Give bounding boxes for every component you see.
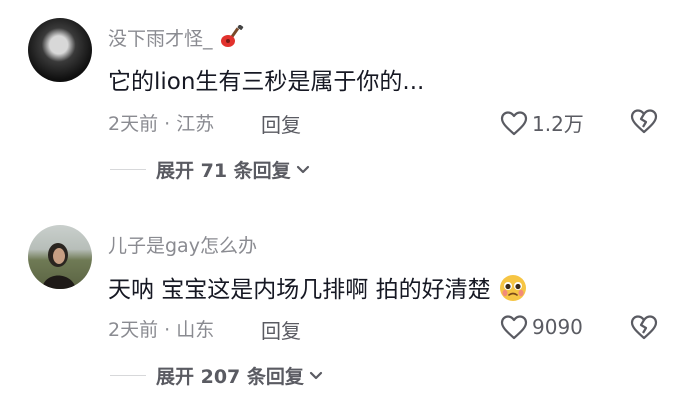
heart-outline-icon (500, 315, 528, 340)
like-count: 9090 (532, 315, 583, 339)
guitar-icon (220, 24, 243, 47)
divider (110, 169, 146, 170)
expand-replies-button[interactable]: 展开 207 条回复 (110, 362, 324, 389)
avatar-figure (42, 243, 76, 289)
avatar[interactable] (28, 18, 92, 82)
expand-replies-label: 展开 207 条回复 (156, 366, 304, 388)
comment-location: 江苏 (176, 113, 215, 135)
avatar[interactable] (28, 225, 92, 289)
comment-location: 山东 (176, 319, 215, 341)
broken-heart-icon (630, 315, 658, 340)
comment-meta: 2天前 · 山东 (108, 315, 214, 342)
reply-button[interactable]: 回复 (261, 315, 301, 344)
expand-replies-button[interactable]: 展开 71 条回复 (110, 156, 311, 183)
comment-username[interactable]: 没下雨才怪_ (108, 24, 245, 51)
like-button[interactable]: 9090 (500, 314, 583, 340)
broken-heart-icon (630, 109, 658, 134)
meta-separator: · (164, 319, 171, 341)
dislike-button[interactable] (630, 314, 658, 344)
divider (110, 375, 146, 376)
comment-time: 2天前 (108, 113, 159, 135)
heart-outline-icon (500, 110, 528, 135)
comment-meta: 2天前 · 江苏 (108, 109, 214, 136)
expand-replies-label: 展开 71 条回复 (156, 160, 291, 182)
comment-username[interactable]: 儿子是gay怎么办 (108, 231, 257, 258)
meta-separator: · (164, 113, 171, 135)
pleading-face-icon (499, 275, 526, 301)
like-count: 1.2万 (532, 112, 584, 136)
like-button[interactable]: 1.2万 (500, 108, 584, 137)
reply-button[interactable]: 回复 (261, 109, 301, 138)
chevron-down-icon (309, 371, 322, 379)
chevron-down-icon (296, 165, 309, 173)
comment-text: 它的lion生有三秒是属于你的... (108, 69, 425, 95)
comment-text: 天呐 宝宝这是内场几排啊 拍的好清楚 (108, 270, 528, 304)
dislike-button[interactable] (630, 108, 658, 138)
comment-time: 2天前 (108, 319, 159, 341)
